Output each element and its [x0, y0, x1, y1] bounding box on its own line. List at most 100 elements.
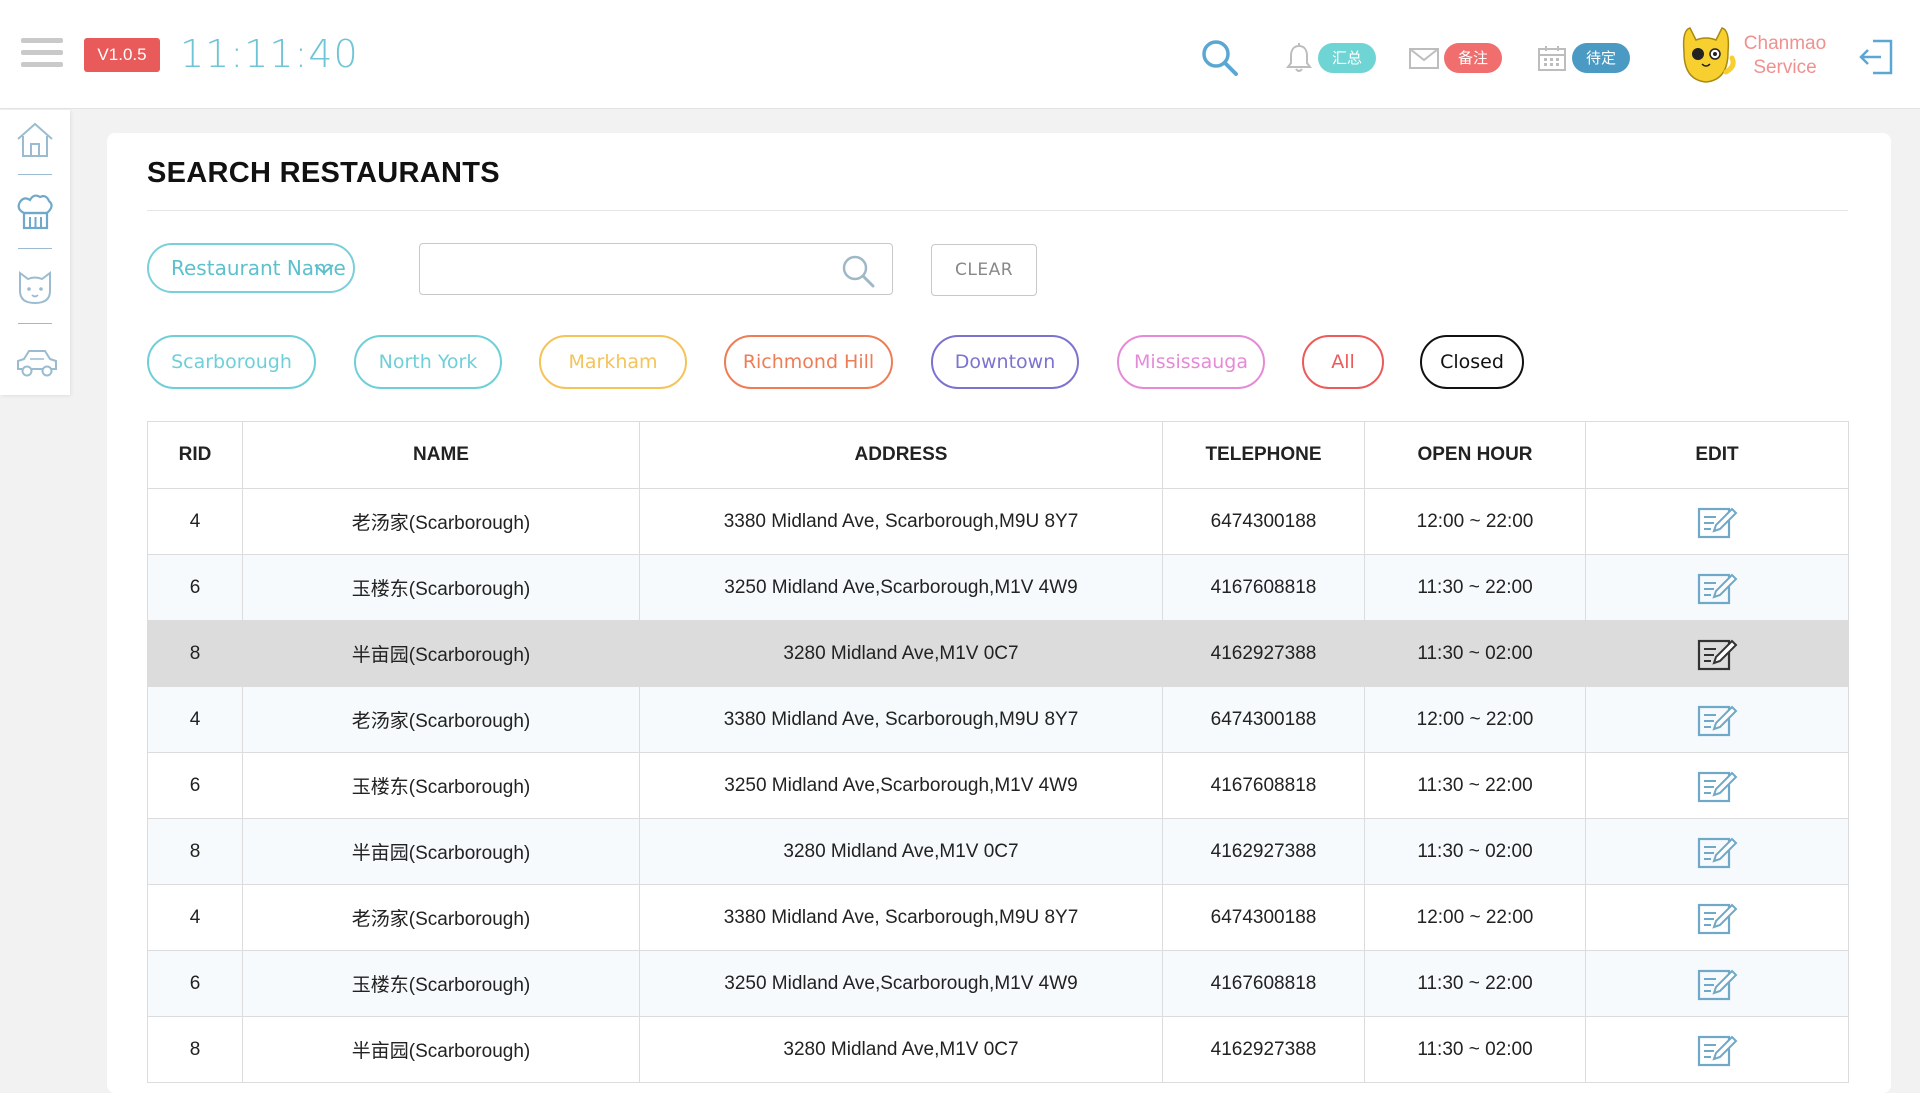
area-filter-richmond-hill[interactable]: Richmond Hill — [724, 335, 893, 389]
search-field — [419, 243, 893, 295]
cell-edit — [1585, 752, 1849, 819]
cell-address: 3250 Midland Ave,Scarborough,M1V 4W9 — [639, 752, 1163, 819]
edit-icon[interactable] — [1696, 834, 1738, 870]
table-row[interactable]: 4 老汤家(Scarborough) 3380 Midland Ave, Scarb… — [147, 686, 1849, 753]
edit-icon[interactable] — [1696, 504, 1738, 540]
menu-icon[interactable] — [21, 38, 63, 70]
cell-rid: 8 — [147, 818, 243, 885]
cell-open-hour: 11:30 ~ 22:00 — [1364, 554, 1586, 621]
cell-edit — [1585, 620, 1849, 687]
table-row[interactable]: 6 玉楼东(Scarborough) 3250 Midland Ave,Scarbo… — [147, 554, 1849, 621]
cell-open-hour: 11:30 ~ 02:00 — [1364, 818, 1586, 885]
table-row[interactable]: 6 玉楼东(Scarborough) 3250 Midland Ave,Scarbo… — [147, 950, 1849, 1017]
mail-icon — [1409, 48, 1439, 69]
cell-telephone: 4162927388 — [1162, 818, 1365, 885]
cell-telephone: 6474300188 — [1162, 686, 1365, 753]
area-filter-scarborough[interactable]: Scarborough — [147, 335, 316, 389]
cell-open-hour: 12:00 ~ 22:00 — [1364, 884, 1586, 951]
column-header-open-hour[interactable]: OPEN HOUR — [1364, 421, 1586, 489]
cell-telephone: 4167608818 — [1162, 950, 1365, 1017]
notification-mail[interactable]: 备注 — [1408, 42, 1503, 74]
cell-name: 玉楼东(Scarborough) — [242, 554, 640, 621]
mail-badge: 备注 — [1444, 43, 1503, 73]
chef-hat-icon[interactable] — [14, 191, 56, 233]
cell-telephone: 4167608818 — [1162, 554, 1365, 621]
cell-telephone: 6474300188 — [1162, 488, 1365, 555]
table-header-row: RID NAME ADDRESS TELEPHONE OPEN HOUR EDI… — [147, 421, 1849, 489]
search-icon[interactable] — [1200, 38, 1240, 78]
area-filter-closed[interactable]: Closed — [1420, 335, 1524, 389]
area-filter-north-york[interactable]: North York — [354, 335, 502, 389]
edit-icon[interactable] — [1696, 636, 1738, 672]
filter-field-select[interactable]: Restaurant Name — [147, 243, 355, 293]
sidebar — [0, 110, 70, 395]
column-header-address[interactable]: ADDRESS — [639, 421, 1163, 489]
area-filter-all[interactable]: All — [1302, 335, 1384, 389]
cell-address: 3250 Midland Ave,Scarborough,M1V 4W9 — [639, 950, 1163, 1017]
cell-open-hour: 12:00 ~ 22:00 — [1364, 686, 1586, 753]
clear-button[interactable]: CLEAR — [931, 244, 1037, 296]
cell-telephone: 4162927388 — [1162, 620, 1365, 687]
column-header-rid[interactable]: RID — [147, 421, 243, 489]
title-divider — [147, 210, 1848, 211]
edit-icon[interactable] — [1696, 1032, 1738, 1068]
cell-address: 3250 Midland Ave,Scarborough,M1V 4W9 — [639, 554, 1163, 621]
home-icon[interactable] — [14, 119, 56, 161]
edit-icon[interactable] — [1696, 900, 1738, 936]
cell-address: 3280 Midland Ave,M1V 0C7 — [639, 818, 1163, 885]
cell-open-hour: 11:30 ~ 22:00 — [1364, 752, 1586, 819]
cell-rid: 6 — [147, 950, 243, 1017]
cell-telephone: 6474300188 — [1162, 884, 1365, 951]
table-row[interactable]: 4 老汤家(Scarborough) 3380 Midland Ave, Scarb… — [147, 884, 1849, 951]
cell-open-hour: 12:00 ~ 22:00 — [1364, 488, 1586, 555]
cell-name: 半亩园(Scarborough) — [242, 818, 640, 885]
edit-icon[interactable] — [1696, 702, 1738, 738]
cell-address: 3280 Midland Ave,M1V 0C7 — [639, 620, 1163, 687]
sidebar-divider — [18, 174, 52, 175]
clock: 11:11:40 — [180, 32, 359, 76]
logout-icon[interactable] — [1857, 38, 1895, 76]
cat-icon[interactable] — [14, 265, 56, 307]
cell-rid: 4 — [147, 686, 243, 753]
restaurant-table: RID NAME ADDRESS TELEPHONE OPEN HOUR EDI… — [147, 421, 1849, 1083]
page-title: SEARCH RESTAURANTS — [147, 157, 500, 189]
column-header-name[interactable]: NAME — [242, 421, 640, 489]
cell-telephone: 4167608818 — [1162, 752, 1365, 819]
area-filter-mississauga[interactable]: Mississauga — [1117, 335, 1265, 389]
chevron-down-icon — [314, 264, 334, 275]
cell-open-hour: 11:30 ~ 22:00 — [1364, 950, 1586, 1017]
cell-edit — [1585, 950, 1849, 1017]
search-icon[interactable] — [840, 254, 876, 293]
area-filter-markham[interactable]: Markham — [539, 335, 687, 389]
cell-name: 老汤家(Scarborough) — [242, 488, 640, 555]
table-row[interactable]: 8 半亩园(Scarborough) 3280 Midland Ave,M1V 0C… — [147, 818, 1849, 885]
cell-edit — [1585, 1016, 1849, 1083]
cell-address: 3380 Midland Ave, Scarborough,M9U 8Y7 — [639, 686, 1163, 753]
user-name: Chanmao Service — [1743, 33, 1827, 78]
notification-bell[interactable]: 汇总 — [1284, 42, 1377, 74]
table-row[interactable]: 4 老汤家(Scarborough) 3380 Midland Ave, Scarb… — [147, 488, 1849, 555]
cell-edit — [1585, 686, 1849, 753]
cell-rid: 8 — [147, 620, 243, 687]
edit-icon[interactable] — [1696, 570, 1738, 606]
cell-name: 玉楼东(Scarborough) — [242, 752, 640, 819]
car-icon[interactable] — [14, 341, 57, 383]
sidebar-divider — [18, 323, 52, 324]
table-row[interactable]: 6 玉楼东(Scarborough) 3250 Midland Ave,Scarbo… — [147, 752, 1849, 819]
cell-name: 半亩园(Scarborough) — [242, 620, 640, 687]
version-badge: V1.0.5 — [84, 38, 160, 72]
table-row[interactable]: 8 半亩园(Scarborough) 3280 Midland Ave,M1V 0C… — [147, 1016, 1849, 1083]
avatar[interactable] — [1674, 22, 1738, 86]
cell-address: 3280 Midland Ave,M1V 0C7 — [639, 1016, 1163, 1083]
cell-telephone: 4162927388 — [1162, 1016, 1365, 1083]
column-header-edit: EDIT — [1585, 421, 1849, 489]
search-input[interactable] — [430, 252, 824, 288]
edit-icon[interactable] — [1696, 768, 1738, 804]
notification-calendar[interactable]: 待定 — [1536, 42, 1631, 74]
column-header-telephone[interactable]: TELEPHONE — [1162, 421, 1365, 489]
cell-edit — [1585, 554, 1849, 621]
table-row[interactable]: 8 半亩园(Scarborough) 3280 Midland Ave,M1V 0C… — [147, 620, 1849, 687]
area-filter-downtown[interactable]: Downtown — [931, 335, 1079, 389]
edit-icon[interactable] — [1696, 966, 1738, 1002]
sidebar-divider — [18, 248, 52, 249]
